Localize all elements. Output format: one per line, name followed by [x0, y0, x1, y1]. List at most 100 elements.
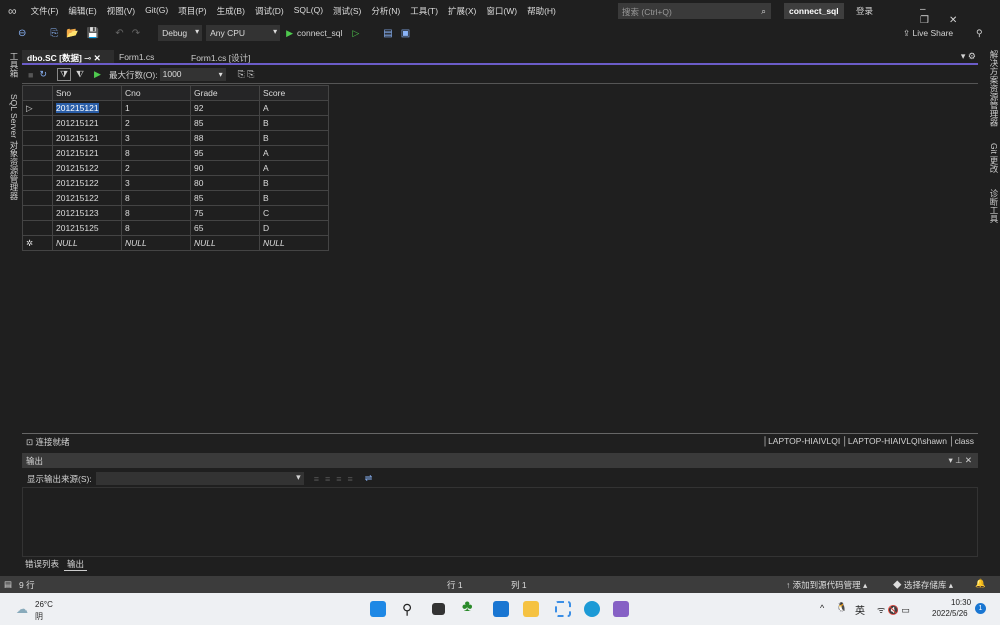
- clock-time[interactable]: 10:30: [951, 598, 971, 607]
- table-cell[interactable]: 3: [121, 130, 191, 146]
- table-cell[interactable]: 75: [190, 205, 260, 221]
- sort-filter-icon[interactable]: ⧩: [56, 68, 72, 81]
- back-icon[interactable]: ⊖: [18, 28, 26, 39]
- table-cell[interactable]: NULL: [259, 235, 329, 251]
- table-cell[interactable]: 85: [190, 115, 260, 131]
- menu-item[interactable]: 测试(S): [333, 5, 361, 17]
- platform-select[interactable]: Any CPU: [206, 25, 281, 41]
- table-cell[interactable]: 2: [121, 115, 191, 131]
- table-cell[interactable]: C: [259, 205, 329, 221]
- notification-icon[interactable]: 🔔: [975, 578, 986, 589]
- table-cell[interactable]: 8: [121, 190, 191, 206]
- run-icon[interactable]: ▶: [286, 28, 293, 39]
- stop-icon[interactable]: ■: [28, 70, 33, 80]
- table-cell[interactable]: NULL: [52, 235, 122, 251]
- panel-controls[interactable]: ▾ ⊥ ✕: [948, 455, 972, 466]
- config-select[interactable]: Debug: [158, 25, 203, 41]
- column-header[interactable]: Sno: [52, 85, 122, 101]
- row-header[interactable]: ✲: [22, 235, 53, 251]
- table-cell[interactable]: 65: [190, 220, 260, 236]
- row-header[interactable]: ▷: [22, 100, 53, 116]
- row-header[interactable]: [22, 145, 53, 161]
- table-cell[interactable]: 80: [190, 175, 260, 191]
- row-header[interactable]: [22, 130, 53, 146]
- table-cell[interactable]: NULL: [121, 235, 191, 251]
- table-cell[interactable]: 92: [190, 100, 260, 116]
- ime-indicator[interactable]: 英: [855, 602, 865, 617]
- output-tool-icons[interactable]: ≡≡≡≡: [314, 474, 359, 484]
- feedback-icon[interactable]: ⚲: [976, 28, 983, 39]
- menu-item[interactable]: 文件(F): [31, 5, 59, 17]
- table-cell[interactable]: 8: [121, 220, 191, 236]
- table-row[interactable]: 201215122 8 85 B: [22, 190, 329, 206]
- table-cell[interactable]: 8: [121, 145, 191, 161]
- table-cell[interactable]: 3: [121, 175, 191, 191]
- table-row[interactable]: 201215123 8 75 C: [22, 205, 329, 221]
- menu-item[interactable]: 编辑(E): [68, 5, 96, 17]
- table-cell[interactable]: B: [259, 115, 329, 131]
- table-cell[interactable]: 88: [190, 130, 260, 146]
- row-header[interactable]: [22, 190, 53, 206]
- open-icon[interactable]: 📂: [66, 28, 78, 39]
- table-cell[interactable]: B: [259, 175, 329, 191]
- row-header[interactable]: [22, 220, 53, 236]
- redo-icon[interactable]: ↷: [132, 28, 140, 39]
- table-row[interactable]: 201215125 8 65 D: [22, 220, 329, 236]
- file-explorer-icon[interactable]: [523, 601, 539, 617]
- run-button[interactable]: connect_sql: [297, 28, 342, 38]
- table-row[interactable]: 201215121 3 88 B: [22, 130, 329, 146]
- window-icon[interactable]: ▣: [401, 28, 410, 39]
- tree-app-icon[interactable]: ♣: [462, 598, 478, 615]
- search-taskbar-icon[interactable]: ⚲: [402, 601, 418, 617]
- table-cell[interactable]: A: [259, 160, 329, 176]
- table-cell[interactable]: B: [259, 190, 329, 206]
- tab-form1-design[interactable]: Form1.cs [设计]: [186, 50, 281, 63]
- column-header[interactable]: Score: [259, 85, 329, 101]
- search-input[interactable]: 搜索 (Ctrl+Q) ⌕: [618, 3, 771, 19]
- refresh-icon[interactable]: ↻: [39, 69, 47, 80]
- table-row[interactable]: ✲ NULL NULL NULL NULL: [22, 235, 329, 251]
- column-header[interactable]: Cno: [121, 85, 191, 101]
- live-share-button[interactable]: ⇪ Live Share: [903, 28, 953, 39]
- tab-form1-cs[interactable]: Form1.cs: [114, 50, 186, 63]
- table-cell[interactable]: 201215122: [52, 160, 122, 176]
- table-cell[interactable]: B: [259, 130, 329, 146]
- table-cell[interactable]: 8: [121, 205, 191, 221]
- table-cell[interactable]: 201215121: [52, 115, 122, 131]
- table-cell[interactable]: 85: [190, 190, 260, 206]
- execute-icon[interactable]: ▶: [94, 69, 101, 80]
- word-wrap-icon[interactable]: ⇌: [365, 473, 373, 484]
- table-cell[interactable]: 201215122: [52, 175, 122, 191]
- table-cell[interactable]: 2: [121, 160, 191, 176]
- row-header[interactable]: [22, 115, 53, 131]
- edge-icon[interactable]: [584, 601, 600, 617]
- close-icon[interactable]: ✕: [94, 53, 101, 63]
- menu-item[interactable]: Git(G): [145, 5, 168, 17]
- table-cell[interactable]: 1: [121, 100, 191, 116]
- menu-item[interactable]: 视图(V): [107, 5, 135, 17]
- menu-item[interactable]: 项目(P): [178, 5, 206, 17]
- visual-studio-icon[interactable]: [613, 601, 629, 617]
- login-button[interactable]: 登录: [856, 5, 873, 17]
- notification-badge[interactable]: 1: [975, 603, 986, 614]
- wifi-volume-battery-icons[interactable]: ᯤ 🔇 ▭: [877, 603, 910, 616]
- table-cell[interactable]: 201215125: [52, 220, 122, 236]
- solution-explorer-tab[interactable]: 解决方案资源管理器: [989, 50, 999, 127]
- new-project-icon[interactable]: ⎘: [50, 28, 58, 39]
- git-changes-tab[interactable]: Git 更改: [989, 143, 999, 173]
- table-row[interactable]: 201215122 2 90 A: [22, 160, 329, 176]
- task-view-icon[interactable]: [432, 603, 445, 615]
- table-cell[interactable]: 201215121: [52, 130, 122, 146]
- menu-item[interactable]: 生成(B): [217, 5, 245, 17]
- table-cell[interactable]: A: [259, 100, 329, 116]
- menu-item[interactable]: 调试(D): [255, 5, 284, 17]
- tab-options-icon[interactable]: ▾ ⚙: [961, 51, 976, 62]
- table-cell[interactable]: 201215122: [52, 190, 122, 206]
- table-row[interactable]: 201215121 8 95 A: [22, 145, 329, 161]
- row-header[interactable]: [22, 160, 53, 176]
- menu-item[interactable]: 扩展(X): [448, 5, 476, 17]
- output-content[interactable]: [22, 487, 978, 557]
- table-cell[interactable]: 95: [190, 145, 260, 161]
- tab-error-list[interactable]: 错误列表: [22, 557, 62, 571]
- save-all-icon[interactable]: 💾: [87, 28, 99, 39]
